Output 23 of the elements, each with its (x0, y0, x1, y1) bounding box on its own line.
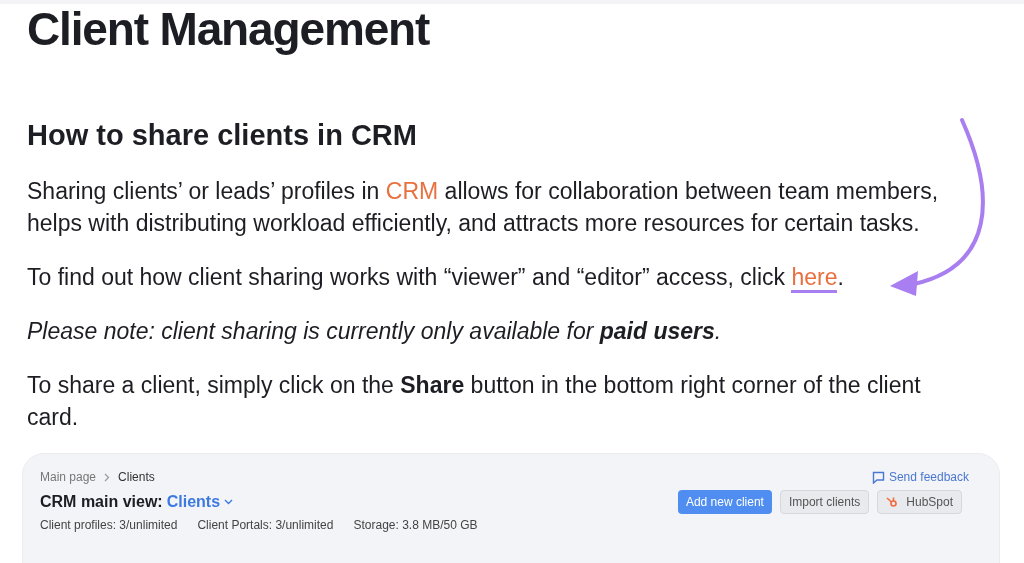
page-title: Client Management (27, 4, 431, 54)
paragraph: To find out how client sharing works with “viewer” and “editor” access, click here. (27, 261, 977, 293)
chevron-right-icon (104, 472, 111, 482)
hubspot-button[interactable]: HubSpot (877, 490, 962, 514)
sprocket-icon (886, 496, 899, 508)
feedback-link[interactable]: Send feedback (871, 468, 969, 486)
import-button[interactable]: Import clients (779, 490, 870, 514)
breadcrumb-current: Clients (118, 469, 155, 486)
view-label: CRM main view: (40, 492, 163, 512)
view-dropdown[interactable]: Clients (166, 490, 234, 514)
text-link[interactable]: CRM (385, 178, 439, 204)
text-link[interactable]: here (791, 264, 838, 293)
stat-text: Client profiles: 3/unlimited (40, 517, 178, 534)
breadcrumb-link[interactable]: Main page (40, 468, 97, 486)
note-paragraph: Please note: client sharing is currently only available for paid users. (27, 317, 723, 346)
stat-text: Client Portals: 3/unlimited (197, 517, 334, 534)
paragraph: To share a client, simply click on the Share button in the bottom right corner of the client card. (27, 371, 922, 432)
add-client-button[interactable]: Add new client (677, 490, 772, 514)
chevron-down-icon (224, 499, 234, 505)
paragraph: Sharing clients’ or leads’ profiles in CRM allows for collaboration between team members, helps with distributing workload efficiently, and attracts more resources for certain tasks. (27, 177, 940, 238)
stat-text: Storage: 3.8 MB/50 GB (353, 517, 478, 534)
speech-bubble-icon (871, 470, 885, 484)
section-title: How to share clients in CRM (27, 118, 418, 153)
